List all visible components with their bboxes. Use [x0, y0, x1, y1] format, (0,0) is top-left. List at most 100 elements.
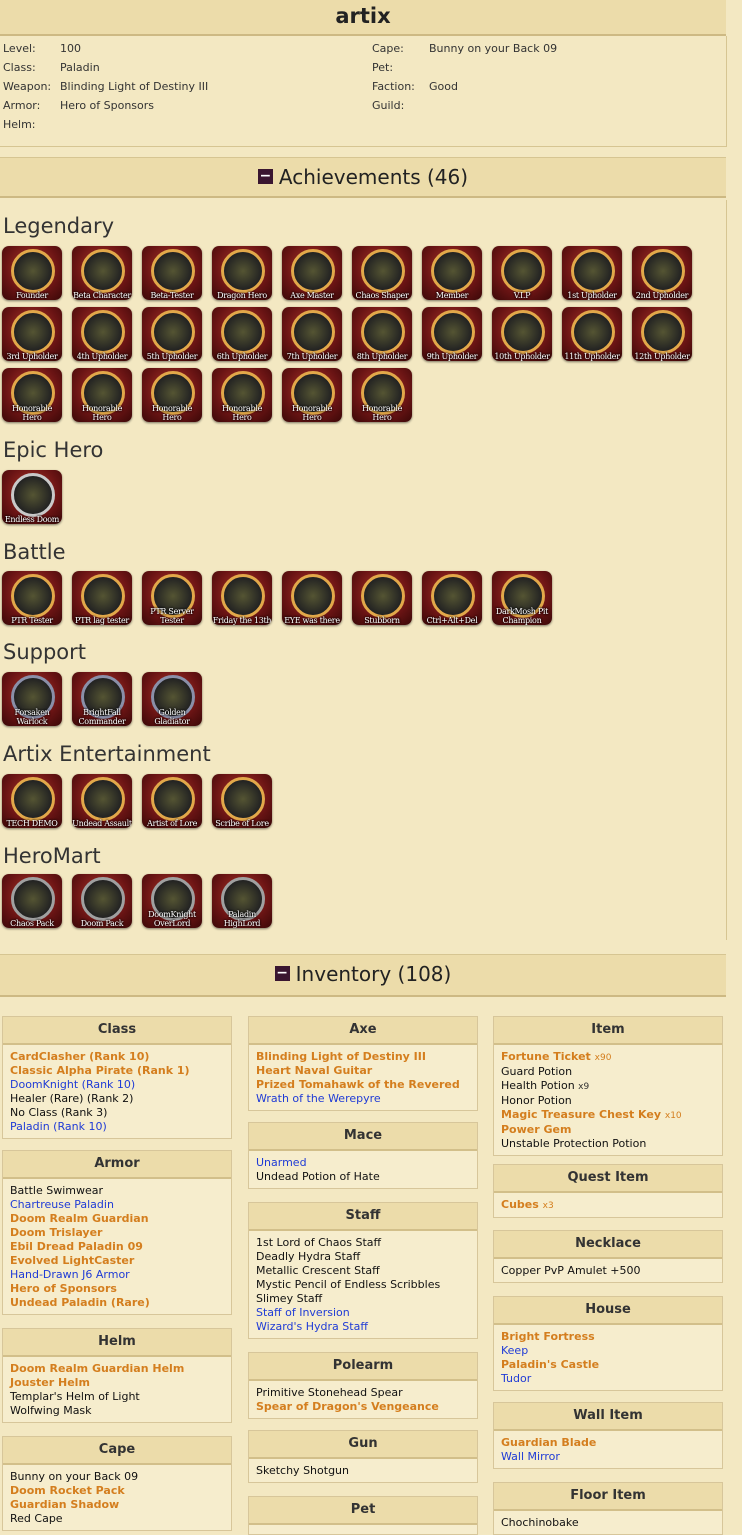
achievement-badge[interactable]: Paladin HighLord	[212, 874, 272, 928]
collapse-minus-icon[interactable]: −	[274, 966, 290, 981]
achievement-badge[interactable]: 12th Upholder	[632, 307, 692, 361]
inventory-item[interactable]: Blinding Light of Destiny III	[256, 1050, 470, 1064]
inventory-item[interactable]: Primitive Stonehead Spear	[256, 1386, 470, 1400]
inventory-item[interactable]: Copper PvP Amulet +500	[501, 1264, 715, 1278]
inventory-item[interactable]: 1st Lord of Chaos Staff	[256, 1236, 470, 1250]
achievement-badge[interactable]: Honorable Hero	[352, 368, 412, 422]
achievement-badge[interactable]: Ctrl+Alt+Del	[422, 571, 482, 625]
achievement-badge[interactable]: Honorable Hero	[72, 368, 132, 422]
achievement-badge[interactable]: 1st Upholder	[562, 246, 622, 300]
inventory-item[interactable]: Staff of Inversion	[256, 1306, 470, 1320]
inventory-item[interactable]: Unarmed	[256, 1156, 470, 1170]
inventory-item[interactable]: Healer (Rare) (Rank 2)	[10, 1092, 224, 1106]
inventory-item[interactable]: Wrath of the Werepyre	[256, 1092, 470, 1106]
achievement-badge[interactable]: 4th Upholder	[72, 307, 132, 361]
inventory-header[interactable]: − Inventory (108)	[0, 954, 726, 997]
inventory-item[interactable]: Ebil Dread Paladin 09	[10, 1240, 224, 1254]
inventory-item[interactable]: Battle Swimwear	[10, 1184, 224, 1198]
inventory-item[interactable]: Prized Tomahawk of the Revered	[256, 1078, 470, 1092]
inventory-item[interactable]: Power Gem	[501, 1123, 715, 1137]
inventory-item[interactable]: Wall Mirror	[501, 1450, 715, 1464]
achievement-badge[interactable]: Doom Pack	[72, 874, 132, 928]
achievement-badge[interactable]: PTR lag tester	[72, 571, 132, 625]
achievement-badge[interactable]: Golden Gladiator	[142, 672, 202, 726]
inventory-item[interactable]: Slimey Staff	[256, 1292, 470, 1306]
inventory-item[interactable]: Wolfwing Mask	[10, 1404, 224, 1418]
inventory-item[interactable]: Classic Alpha Pirate (Rank 1)	[10, 1064, 224, 1078]
inventory-item[interactable]: Chochinobake	[501, 1516, 715, 1530]
achievement-badge[interactable]: Artist of Lore	[142, 774, 202, 828]
achievement-badge[interactable]: Scribe of Lore	[212, 774, 272, 828]
achievement-badge[interactable]: 5th Upholder	[142, 307, 202, 361]
inventory-item[interactable]: Templar's Helm of Light	[10, 1390, 224, 1404]
achievement-badge[interactable]: Beta-Tester	[142, 246, 202, 300]
inventory-item[interactable]: Hero of Sponsors	[10, 1282, 224, 1296]
achievement-badge[interactable]: Chaos Shaper	[352, 246, 412, 300]
inventory-item[interactable]: Paladin's Castle	[501, 1358, 715, 1372]
achievement-badge[interactable]: Honorable Hero	[212, 368, 272, 422]
inventory-item[interactable]: Undead Paladin (Rare)	[10, 1296, 224, 1310]
achievement-badge[interactable]: Honorable Hero	[282, 368, 342, 422]
achievement-badge[interactable]: Honorable Hero	[2, 368, 62, 422]
achievements-header[interactable]: − Achievements (46)	[0, 157, 726, 198]
achievement-badge[interactable]: Member	[422, 246, 482, 300]
achievement-badge[interactable]: 9th Upholder	[422, 307, 482, 361]
inventory-item[interactable]: Jouster Helm	[10, 1376, 224, 1390]
achievement-badge[interactable]: 6th Upholder	[212, 307, 272, 361]
inventory-item[interactable]: Honor Potion	[501, 1094, 715, 1108]
achievement-badge[interactable]: Undead Assault	[72, 774, 132, 828]
achievement-badge[interactable]: V.I.P	[492, 246, 552, 300]
achievement-badge[interactable]: 7th Upholder	[282, 307, 342, 361]
inventory-item[interactable]: Spear of Dragon's Vengeance	[256, 1400, 470, 1414]
inventory-item[interactable]: Mystic Pencil of Endless Scribbles	[256, 1278, 470, 1292]
inventory-item[interactable]: Undead Potion of Hate	[256, 1170, 470, 1184]
inventory-item[interactable]: Health Potion x9	[501, 1079, 715, 1094]
inventory-item[interactable]: Chartreuse Paladin	[10, 1198, 224, 1212]
inventory-item[interactable]: Magic Treasure Chest Key x10	[501, 1108, 715, 1123]
achievement-badge[interactable]: EYE was there	[282, 571, 342, 625]
achievement-badge[interactable]: PTR Server Tester	[142, 571, 202, 625]
inventory-item[interactable]: Heart Naval Guitar	[256, 1064, 470, 1078]
inventory-item[interactable]: Wizard's Hydra Staff	[256, 1320, 470, 1334]
inventory-item[interactable]: Doom Realm Guardian Helm	[10, 1362, 224, 1376]
inventory-item[interactable]: Bright Fortress	[501, 1330, 715, 1344]
achievement-badge[interactable]: PTR Tester	[2, 571, 62, 625]
inventory-item[interactable]: Metallic Crescent Staff	[256, 1264, 470, 1278]
inventory-item[interactable]: Tudor	[501, 1372, 715, 1386]
achievement-badge[interactable]: Endless Doom	[2, 470, 62, 524]
inventory-item[interactable]: Doom Trislayer	[10, 1226, 224, 1240]
inventory-item[interactable]: Doom Realm Guardian	[10, 1212, 224, 1226]
inventory-item[interactable]: Guardian Shadow	[10, 1498, 224, 1512]
achievement-badge[interactable]: DoomKnight OverLord	[142, 874, 202, 928]
achievement-badge[interactable]: 3rd Upholder	[2, 307, 62, 361]
achievement-badge[interactable]: Beta Character	[72, 246, 132, 300]
achievement-badge[interactable]: 2nd Upholder	[632, 246, 692, 300]
inventory-item[interactable]: Guardian Blade	[501, 1436, 715, 1450]
inventory-item[interactable]: Cubes x3	[501, 1198, 715, 1213]
inventory-item[interactable]: No Class (Rank 3)	[10, 1106, 224, 1120]
inventory-item[interactable]: Doom Rocket Pack	[10, 1484, 224, 1498]
achievement-badge[interactable]: DarkMosh Pit Champion	[492, 571, 552, 625]
achievement-badge[interactable]: 10th Upholder	[492, 307, 552, 361]
achievement-badge[interactable]: Honorable Hero	[142, 368, 202, 422]
achievement-badge[interactable]: Forsaken Warlock	[2, 672, 62, 726]
achievement-badge[interactable]: Axe Master	[282, 246, 342, 300]
achievement-badge[interactable]: 8th Upholder	[352, 307, 412, 361]
achievement-badge[interactable]: Stubborn	[352, 571, 412, 625]
inventory-item[interactable]: DoomKnight (Rank 10)	[10, 1078, 224, 1092]
achievement-badge[interactable]: Chaos Pack	[2, 874, 62, 928]
inventory-item[interactable]: Unstable Protection Potion	[501, 1137, 715, 1151]
achievement-badge[interactable]: Founder	[2, 246, 62, 300]
achievement-badge[interactable]: Friday the 13th	[212, 571, 272, 625]
collapse-minus-icon[interactable]: −	[257, 169, 273, 184]
inventory-item[interactable]: CardClasher (Rank 10)	[10, 1050, 224, 1064]
inventory-item[interactable]: Evolved LightCaster	[10, 1254, 224, 1268]
inventory-item[interactable]: Sketchy Shotgun	[256, 1464, 470, 1478]
achievement-badge[interactable]: BrightFall Commander	[72, 672, 132, 726]
inventory-item[interactable]: Keep	[501, 1344, 715, 1358]
achievement-badge[interactable]: Dragon Hero	[212, 246, 272, 300]
inventory-item[interactable]: Bunny on your Back 09	[10, 1470, 224, 1484]
inventory-item[interactable]: Hand-Drawn J6 Armor	[10, 1268, 224, 1282]
achievement-badge[interactable]: 11th Upholder	[562, 307, 622, 361]
inventory-item[interactable]: Paladin (Rank 10)	[10, 1120, 224, 1134]
